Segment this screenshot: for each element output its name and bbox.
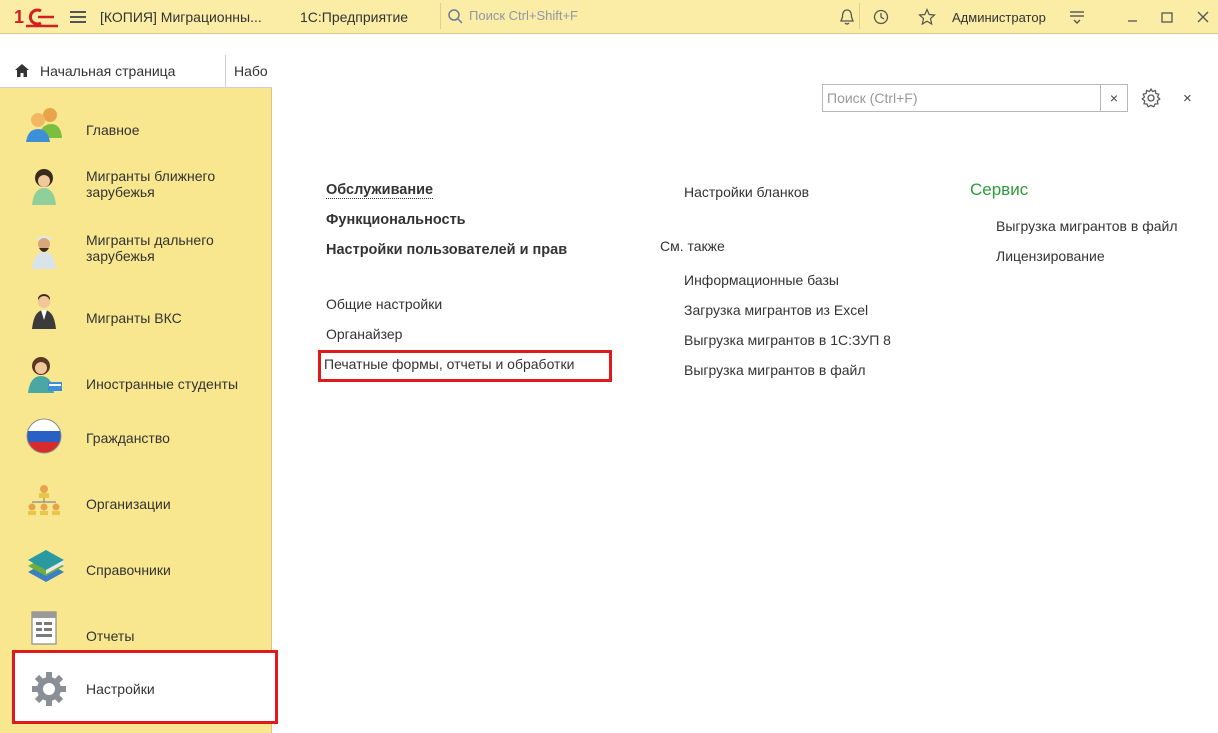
star-icon[interactable]	[918, 8, 936, 26]
svg-text:1: 1	[14, 7, 24, 27]
sidebar-item-label: Иностранные студенты	[86, 376, 239, 392]
tab-second[interactable]: Набо	[234, 63, 270, 79]
title-bar: 1 [КОПИЯ] Миграционны... 1С:Предприятие …	[0, 0, 1218, 34]
link-export-zup[interactable]: Выгрузка мигрантов в 1С:ЗУП 8	[684, 332, 891, 348]
close-window-icon[interactable]	[1194, 8, 1212, 26]
sidebar-item-reports[interactable]: Отчеты	[0, 598, 272, 658]
panel-search-input[interactable]: Поиск (Ctrl+F)	[822, 84, 1102, 112]
report-icon	[31, 611, 57, 645]
link-service-export-file[interactable]: Выгрузка мигрантов в файл	[996, 218, 1178, 234]
maximize-icon[interactable]	[1158, 8, 1176, 26]
migrant-far-icon	[32, 236, 56, 269]
sidebar-item-settings[interactable]: Настройки	[12, 650, 278, 724]
sidebar-item-far-migrants[interactable]: Мигранты дальнего зарубежья	[0, 222, 272, 282]
link-licensing[interactable]: Лицензирование	[996, 248, 1105, 264]
sidebar-item-organizations[interactable]: Организации	[0, 472, 272, 532]
1c-logo-icon[interactable]: 1	[14, 6, 58, 28]
sidebar-item-students[interactable]: Иностранные студенты	[0, 346, 272, 406]
tab-home[interactable]: Начальная страница	[0, 55, 226, 87]
sidebar-item-label: Мигранты дальнего зарубежья	[86, 232, 214, 264]
print-forms-highlight	[318, 350, 612, 382]
sidebar-item-label: Справочники	[86, 562, 171, 578]
link-organizer[interactable]: Органайзер	[326, 326, 402, 342]
minimize-icon[interactable]	[1124, 8, 1142, 26]
bell-icon[interactable]	[838, 8, 856, 26]
history-icon[interactable]	[872, 8, 890, 26]
gear-icon	[32, 672, 66, 706]
student-icon	[28, 357, 62, 393]
sidebar: Главное Мигранты ближнего зарубежья Мигр…	[0, 88, 272, 733]
sidebar-item-label: Настройки	[86, 681, 155, 697]
migrant-vks-icon	[32, 294, 56, 329]
sidebar-item-label: Мигранты ближнего зарубежья	[86, 168, 216, 200]
tab-home-label: Начальная страница	[40, 63, 176, 79]
sidebar-item-label: Организации	[86, 496, 171, 512]
sidebar-item-vks-migrants[interactable]: Мигранты ВКС	[0, 282, 272, 342]
close-panel-button[interactable]: ×	[1183, 90, 1192, 107]
window-title: [КОПИЯ] Миграционны...	[100, 9, 262, 25]
see-also-label: См. также	[660, 238, 725, 254]
settings-menu-icon[interactable]	[1068, 8, 1086, 26]
link-form-settings[interactable]: Настройки бланков	[684, 184, 809, 200]
link-maintenance[interactable]: Обслуживание	[326, 182, 434, 199]
sidebar-item-label: Отчеты	[86, 628, 135, 644]
link-infobases[interactable]: Информационные базы	[684, 272, 839, 288]
search-icon	[448, 9, 463, 24]
sidebar-item-near-migrants[interactable]: Мигранты ближнего зарубежья	[0, 158, 272, 218]
sidebar-item-label: Главное	[86, 122, 140, 138]
global-search-placeholder: Поиск Ctrl+Shift+F	[469, 8, 578, 23]
org-chart-icon	[28, 485, 60, 515]
app-name: 1С:Предприятие	[300, 9, 409, 25]
global-search-input[interactable]: Поиск Ctrl+Shift+F	[440, 3, 860, 29]
sidebar-item-catalogs[interactable]: Справочники	[0, 536, 272, 596]
sidebar-item-main[interactable]: Главное	[0, 94, 272, 154]
sidebar-item-citizenship[interactable]: Гражданство	[0, 408, 272, 468]
migrant-near-icon	[32, 169, 56, 205]
home-icon	[15, 64, 29, 77]
user-name[interactable]: Администратор	[952, 10, 1046, 25]
flag-icon	[26, 418, 62, 454]
link-users-rights[interactable]: Настройки пользователей и прав	[326, 242, 567, 258]
section-service-title: Сервис	[970, 180, 1029, 199]
main-menu-icon[interactable]	[70, 9, 86, 25]
panel-settings-icon[interactable]	[1140, 87, 1162, 109]
people-icon	[26, 108, 62, 142]
link-import-excel[interactable]: Загрузка мигрантов из Excel	[684, 302, 868, 318]
link-general-settings[interactable]: Общие настройки	[326, 296, 442, 312]
sidebar-item-label: Гражданство	[86, 430, 170, 446]
clear-search-button[interactable]: ×	[1100, 84, 1128, 112]
sidebar-item-label: Мигранты ВКС	[86, 310, 182, 326]
link-export-file[interactable]: Выгрузка мигрантов в файл	[684, 362, 866, 378]
link-functionality[interactable]: Функциональность	[326, 212, 466, 228]
books-icon	[28, 550, 64, 582]
tab-bar: Начальная страница Набо	[0, 55, 272, 88]
panel-search-placeholder: Поиск (Ctrl+F)	[827, 90, 918, 106]
